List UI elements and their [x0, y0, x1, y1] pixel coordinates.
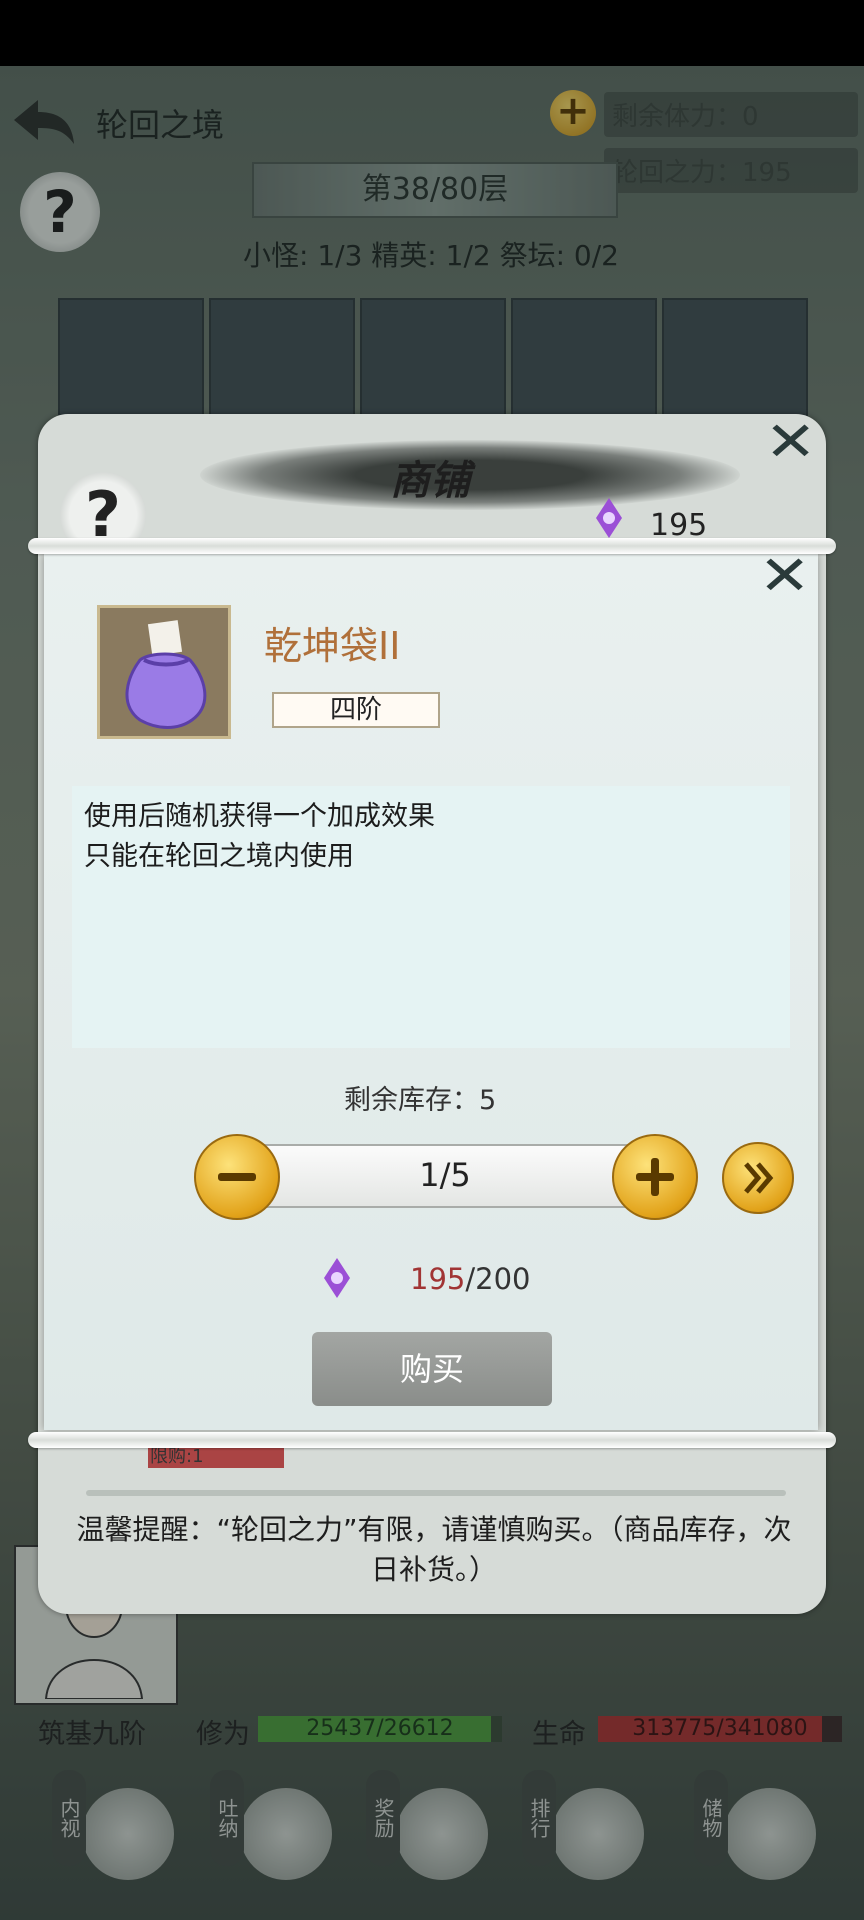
- increase-quantity-button[interactable]: [612, 1134, 698, 1220]
- shop-close-button[interactable]: ✕: [765, 410, 817, 473]
- shop-tip: 温馨提醒：“轮回之力”有限，请谨慎购买。（商品库存，次日补货。）: [76, 1513, 792, 1586]
- max-quantity-button[interactable]: [722, 1142, 794, 1214]
- item-icon-frame: [97, 605, 231, 739]
- item-tier-badge: 四阶: [272, 692, 440, 728]
- price-gem-icon: [324, 1258, 350, 1298]
- price-display: 195/200: [410, 1262, 530, 1296]
- buy-button[interactable]: 购买: [312, 1332, 552, 1406]
- status-bar: [0, 0, 864, 66]
- price-total: /200: [465, 1262, 531, 1296]
- double-chevron-right-icon: [744, 1162, 774, 1194]
- reincarnation-gem-icon: [596, 498, 622, 538]
- decorative-divider: [86, 1490, 786, 1496]
- quantity-value: 1/5: [419, 1156, 471, 1194]
- minus-icon: [218, 1173, 256, 1181]
- purchase-limit-tag: 限购:1: [148, 1446, 284, 1468]
- price-current: 195: [410, 1262, 466, 1296]
- remaining-stock: 剩余库存：5: [344, 1085, 497, 1116]
- item-description-line: 只能在轮回之境内使用: [84, 841, 354, 872]
- decrease-quantity-button[interactable]: [194, 1134, 280, 1220]
- shop-title: 商铺: [390, 458, 470, 504]
- item-name: 乾坤袋II: [264, 624, 401, 668]
- plus-icon: [636, 1158, 674, 1196]
- dialog-close-button[interactable]: ✕: [759, 544, 811, 607]
- scroll-rod-top: [28, 538, 836, 554]
- item-description-line: 使用后随机获得一个加成效果: [84, 801, 435, 832]
- pouch-icon: [125, 620, 207, 729]
- scroll-rod-bottom: [28, 1432, 836, 1448]
